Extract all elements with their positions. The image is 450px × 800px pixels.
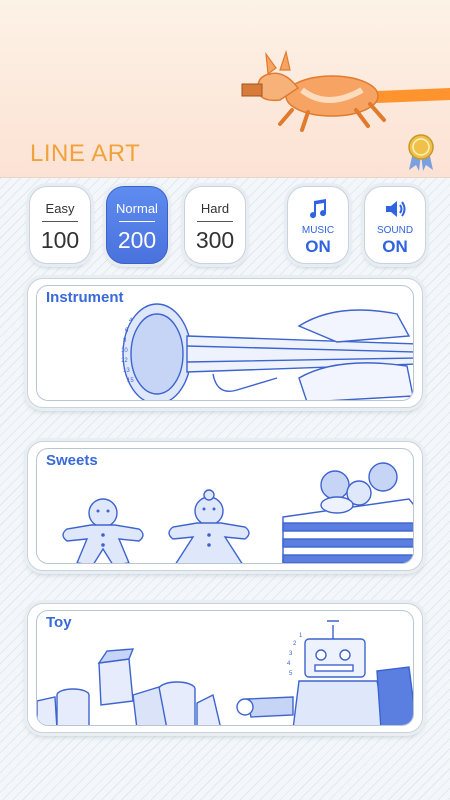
svg-text:4: 4 — [287, 661, 291, 667]
speaker-icon — [365, 197, 425, 226]
difficulty-value: 100 — [40, 227, 80, 253]
svg-text:5: 5 — [289, 671, 293, 677]
divider — [119, 221, 155, 222]
difficulty-label: Easy — [45, 201, 75, 216]
divider — [197, 221, 233, 222]
difficulty-label: Normal — [116, 201, 158, 216]
svg-text:12: 12 — [121, 358, 128, 364]
category-card-sweets[interactable]: Sweets — [27, 441, 423, 571]
app-title: LINE ART — [30, 140, 141, 167]
category-title: Sweets — [46, 452, 98, 469]
divider — [42, 221, 78, 222]
category-card-toy[interactable]: 123 4 5 Toy — [27, 603, 423, 733]
difficulty-value: 300 — [195, 227, 235, 253]
category-card-instrument[interactable]: 468 10 12 13 15 Instrument — [27, 278, 423, 408]
difficulty-normal-button[interactable]: Normal 200 — [106, 186, 168, 264]
svg-text:13: 13 — [123, 368, 130, 374]
music-label: MUSIC — [301, 225, 335, 236]
svg-text:3: 3 — [289, 651, 293, 657]
difficulty-easy-button[interactable]: Easy 100 — [29, 186, 91, 264]
svg-text:2: 2 — [293, 641, 297, 647]
blocks-robot-sketch-icon: 123 4 5 — [37, 620, 413, 725]
difficulty-label: Hard — [200, 201, 230, 216]
card-frame: 123 4 5 — [36, 610, 414, 726]
difficulty-hard-button[interactable]: Hard 300 — [184, 186, 246, 264]
header-banner: LINE ART — [0, 0, 450, 178]
sound-toggle-button[interactable]: SOUND ON — [364, 186, 426, 264]
category-title: Toy — [46, 614, 72, 631]
svg-text:10: 10 — [121, 348, 128, 354]
svg-text:1: 1 — [299, 633, 303, 639]
music-state: ON — [305, 237, 331, 256]
sound-state: ON — [382, 237, 408, 256]
sound-label: SOUND — [376, 225, 414, 236]
category-title: Instrument — [46, 289, 124, 306]
difficulty-value: 200 — [117, 227, 157, 253]
corgi-illustration — [241, 49, 450, 132]
music-note-icon — [288, 197, 348, 226]
music-toggle-button[interactable]: MUSIC ON — [287, 186, 349, 264]
svg-text:15: 15 — [127, 378, 134, 384]
achievement-medal-icon[interactable] — [404, 132, 438, 172]
